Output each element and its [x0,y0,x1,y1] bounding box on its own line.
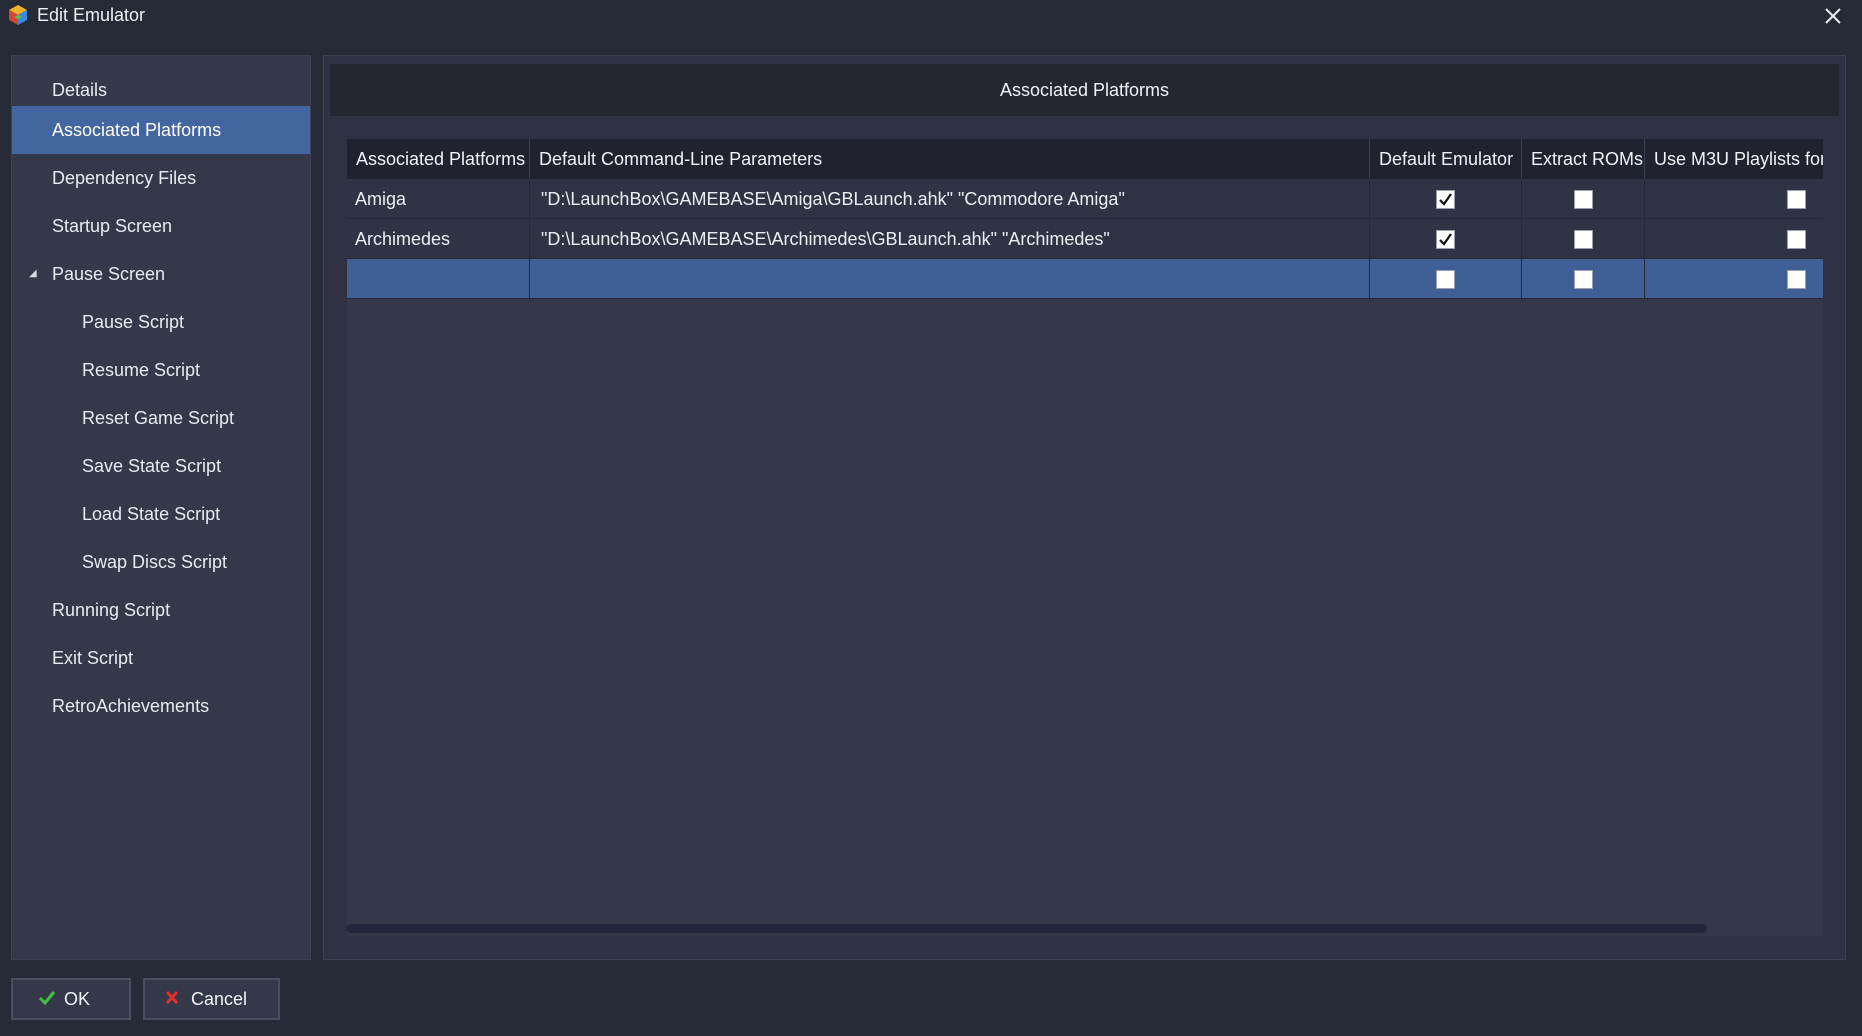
platform-cell[interactable]: Amiga [347,179,530,218]
sidebar-item-retroachievements[interactable]: RetroAchievements [12,682,310,730]
default-emulator-checkbox[interactable] [1436,230,1455,249]
checkmark-icon [1439,233,1452,246]
sidebar-item-associated-platforms[interactable]: Associated Platforms [12,106,310,154]
use-m3u-checkbox[interactable] [1787,190,1806,209]
column-header-use-m3u[interactable]: Use M3U Playlists for [1645,139,1823,179]
sidebar-item-label: Swap Discs Script [82,552,228,572]
sidebar-item-load-state-script[interactable]: Load State Script [12,490,310,538]
sidebar-item-label: Load State Script [82,504,221,524]
extract-roms-cell[interactable] [1522,179,1645,218]
sidebar-item-dependency-files[interactable]: Dependency Files [12,154,310,202]
platform-name: Archimedes [355,229,451,249]
horizontal-scrollbar[interactable] [347,924,1707,933]
table-row[interactable] [347,259,1823,299]
title-bar: Edit Emulator [0,0,1862,40]
sidebar-item-label: Dependency Files [52,168,197,188]
grid-header-row: Associated Platforms Default Command-Lin… [347,139,1823,179]
command-line-params: "D:\LaunchBox\GAMEBASE\Archimedes\GBLaun… [541,229,1110,249]
launchbox-app-icon [9,5,27,25]
table-row[interactable]: Amiga "D:\LaunchBox\GAMEBASE\Amiga\GBLaun… [347,179,1823,219]
sidebar-item-label: Pause Script [82,312,185,332]
collapse-triangle-icon[interactable]: ◢ [29,250,37,298]
column-header-label: Default Emulator [1379,149,1514,169]
platforms-grid: Associated Platforms Default Command-Lin… [347,139,1823,936]
sidebar-item-label: Running Script [52,600,171,620]
window-title: Edit Emulator [37,5,146,25]
close-icon [1825,8,1841,24]
command-line-params: "D:\LaunchBox\GAMEBASE\Amiga\GBLaunch.ah… [541,189,1125,209]
sidebar-item-pause-script[interactable]: Pause Script [12,298,310,346]
sidebar-item-startup-screen[interactable]: Startup Screen [12,202,310,250]
extract-roms-checkbox[interactable] [1574,230,1593,249]
ok-label: OK [64,989,91,1009]
sidebar-item-label: RetroAchievements [52,696,210,716]
sidebar-item-label: Exit Script [52,648,134,668]
use-m3u-checkbox[interactable] [1787,270,1806,289]
sidebar-item-swap-discs-script[interactable]: Swap Discs Script [12,538,310,586]
extract-roms-checkbox[interactable] [1574,270,1593,289]
default-emulator-cell[interactable] [1370,179,1522,218]
sidebar-item-label: Reset Game Script [82,408,235,428]
main-panel: Associated Platforms Associated Platform… [323,55,1846,960]
default-emulator-checkbox[interactable] [1436,270,1455,289]
extract-roms-cell[interactable] [1522,219,1645,258]
sidebar-item-save-state-script[interactable]: Save State Script [12,442,310,490]
platform-cell[interactable] [347,259,530,298]
edit-emulator-window: Edit Emulator Details Associated Platfor… [0,0,1862,1036]
sidebar-item-label: Save State Script [82,456,222,476]
params-cell[interactable]: "D:\LaunchBox\GAMEBASE\Amiga\GBLaunch.ah… [530,179,1370,218]
use-m3u-cell[interactable] [1645,179,1823,218]
sidebar-item-label: Startup Screen [52,216,173,236]
close-button[interactable] [1818,2,1848,32]
panel-title: Associated Platforms [330,64,1839,116]
extract-roms-cell[interactable] [1522,259,1645,298]
default-emulator-cell[interactable] [1370,219,1522,258]
cancel-label: Cancel [191,989,248,1009]
ok-button[interactable]: OK [11,978,131,1020]
sidebar-item-label: Pause Screen [52,264,166,284]
column-header-default-emulator[interactable]: Default Emulator [1370,139,1522,179]
column-header-label: Associated Platforms [356,149,526,169]
platform-cell[interactable]: Archimedes [347,219,530,258]
platform-name [347,269,355,289]
default-emulator-cell[interactable] [1370,259,1522,298]
platform-name: Amiga [355,189,407,209]
extract-roms-checkbox[interactable] [1574,190,1593,209]
sidebar-item-pause-screen[interactable]: ◢ Pause Screen [12,250,310,298]
table-row[interactable]: Archimedes "D:\LaunchBox\GAMEBASE\Archime… [347,219,1823,259]
column-header-label: Use M3U Playlists for [1654,149,1823,169]
checkmark-icon [38,991,56,1006]
use-m3u-cell[interactable] [1645,259,1823,298]
sidebar-nav: Details Associated Platforms Dependency … [11,55,311,960]
params-cell[interactable] [530,259,1370,298]
params-cell[interactable]: "D:\LaunchBox\GAMEBASE\Archimedes\GBLaun… [530,219,1370,258]
sidebar-item-reset-game-script[interactable]: Reset Game Script [12,394,310,442]
column-header-platform[interactable]: Associated Platforms [347,139,530,179]
column-header-extract-roms[interactable]: Extract ROMs [1522,139,1645,179]
column-header-params[interactable]: Default Command-Line Parameters [530,139,1370,179]
column-header-label: Default Command-Line Parameters [539,149,823,169]
sidebar-item-label: Associated Platforms [52,120,222,140]
sidebar-item-exit-script[interactable]: Exit Script [12,634,310,682]
use-m3u-checkbox[interactable] [1787,230,1806,249]
sidebar-item-running-script[interactable]: Running Script [12,586,310,634]
sidebar-item-label: Resume Script [82,360,201,380]
cancel-button[interactable]: Cancel [143,978,280,1020]
sidebar-item-resume-script[interactable]: Resume Script [12,346,310,394]
column-header-label: Extract ROMs [1531,149,1644,169]
use-m3u-cell[interactable] [1645,219,1823,258]
checkmark-icon [1439,193,1452,206]
red-x-icon [165,990,179,1005]
command-line-params [530,269,541,289]
default-emulator-checkbox[interactable] [1436,190,1455,209]
